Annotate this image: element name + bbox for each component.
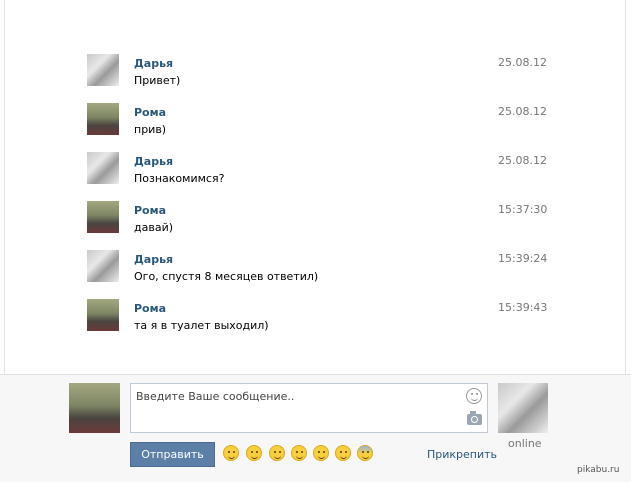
avatar[interactable]	[87, 201, 119, 233]
watermark: pikabu.ru	[577, 465, 620, 475]
my-avatar[interactable]	[69, 383, 120, 433]
partner-avatar[interactable]	[498, 383, 548, 433]
avatar[interactable]	[87, 54, 119, 86]
message-input-placeholder: Введите Ваше сообщение..	[136, 390, 295, 403]
message-author[interactable]: Дарья	[134, 253, 173, 266]
message-text: Привет)	[134, 74, 181, 87]
message-author[interactable]: Дарья	[134, 155, 173, 168]
message-author[interactable]: Рома	[134, 302, 166, 315]
message-time: 15:37:30	[498, 203, 548, 216]
message-time: 25.08.12	[498, 154, 547, 167]
message-author[interactable]: Рома	[134, 106, 166, 119]
message-item: Рома прив) 25.08.12	[87, 103, 557, 143]
chat-window: Дарья Привет) 25.08.12 Рома прив) 25.08.…	[0, 0, 631, 482]
attach-link[interactable]: Прикрепить	[427, 448, 497, 461]
avatar[interactable]	[87, 103, 119, 135]
scared-emoji-icon[interactable]	[357, 445, 373, 461]
send-button[interactable]: Отправить	[130, 442, 215, 467]
message-time: 25.08.12	[498, 56, 547, 69]
message-text: Познакомимся?	[134, 172, 225, 185]
confused-emoji-icon[interactable]	[335, 445, 351, 461]
message-item: Дарья Ого, спустя 8 месяцев ответил) 15:…	[87, 250, 557, 290]
composer: Введите Ваше сообщение.. online Отправит…	[0, 374, 631, 482]
message-text: Ого, спустя 8 месяцев ответил)	[134, 270, 319, 283]
neutral-emoji-icon[interactable]	[246, 445, 262, 461]
message-time: 15:39:24	[498, 252, 548, 265]
message-list: Дарья Привет) 25.08.12 Рома прив) 25.08.…	[0, 0, 631, 374]
message-time: 25.08.12	[498, 105, 547, 118]
message-item: Дарья Привет) 25.08.12	[87, 54, 557, 94]
grin-emoji-icon[interactable]	[291, 445, 307, 461]
smile-emoji-icon[interactable]	[269, 445, 285, 461]
message-text: прив)	[134, 123, 167, 136]
laughing-emoji-icon[interactable]	[223, 445, 239, 461]
message-item: Рома давай) 15:37:30	[87, 201, 557, 241]
avatar[interactable]	[87, 152, 119, 184]
message-text: давай)	[134, 221, 174, 234]
relieved-emoji-icon[interactable]	[313, 445, 329, 461]
message-item: Дарья Познакомимся? 25.08.12	[87, 152, 557, 192]
message-input[interactable]: Введите Ваше сообщение..	[130, 383, 488, 433]
message-author[interactable]: Дарья	[134, 57, 173, 70]
message-text: та я в туалет выходил)	[134, 319, 269, 332]
message-author[interactable]: Рома	[134, 204, 166, 217]
partner-status: online	[508, 437, 542, 450]
message-item: Рома та я в туалет выходил) 15:39:43	[87, 299, 557, 339]
avatar[interactable]	[87, 250, 119, 282]
message-time: 15:39:43	[498, 301, 548, 314]
camera-icon[interactable]	[467, 411, 482, 425]
emoji-picker-icon[interactable]	[466, 388, 482, 404]
avatar[interactable]	[87, 299, 119, 331]
